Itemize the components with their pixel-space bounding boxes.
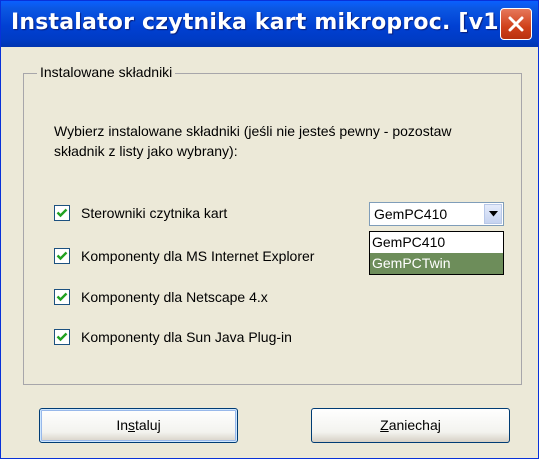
reader-model-select[interactable]: GemPC410 [369, 202, 504, 226]
checkbox-label: Komponenty dla Sun Java Plug-in [81, 329, 292, 345]
checkmark-icon [56, 292, 68, 302]
install-label-start: In [116, 417, 128, 433]
close-icon [508, 16, 524, 32]
dropdown-button[interactable] [484, 204, 502, 224]
close-button[interactable] [500, 8, 532, 40]
window-title: Instalator czytnika kart mikroproc. [v1.… [11, 10, 534, 35]
checkbox-label: Komponenty dla MS Internet Explorer [81, 248, 315, 264]
cancel-button[interactable]: Zaniechaj [311, 408, 510, 443]
dropdown-option-gempc410[interactable]: GemPC410 [370, 232, 503, 253]
cancel-label-end: aniechaj [388, 417, 441, 433]
checkmark-icon [56, 208, 68, 218]
install-button[interactable]: Instaluj [39, 408, 238, 443]
dropdown-option-gempctwin[interactable]: GemPCTwin [370, 253, 503, 274]
cancel-mnemonic: Z [380, 417, 389, 433]
checkbox-label: Komponenty dla Netscape 4.x [81, 289, 268, 305]
checkbox[interactable] [54, 289, 70, 305]
chevron-down-icon [489, 211, 498, 217]
checkbox-label: Sterowniki czytnika kart [81, 205, 228, 221]
reader-model-dropdown-list: GemPC410 GemPCTwin [369, 231, 504, 275]
checkbox[interactable] [54, 248, 70, 264]
checkbox[interactable] [54, 205, 70, 221]
group-legend: Instalowane składniki [37, 64, 176, 80]
checkmark-icon [56, 332, 68, 342]
checkmark-icon [56, 251, 68, 261]
install-label-end: taluj [135, 417, 161, 433]
select-value: GemPC410 [374, 206, 448, 222]
group-description: Wybierz instalowane składniki (jeśli nie… [54, 123, 452, 159]
title-bar[interactable]: Instalator czytnika kart mikroproc. [v1.… [1, 1, 538, 47]
install-mnemonic: s [128, 417, 135, 433]
checkbox[interactable] [54, 329, 70, 345]
installer-dialog: Instalator czytnika kart mikroproc. [v1.… [0, 0, 539, 459]
